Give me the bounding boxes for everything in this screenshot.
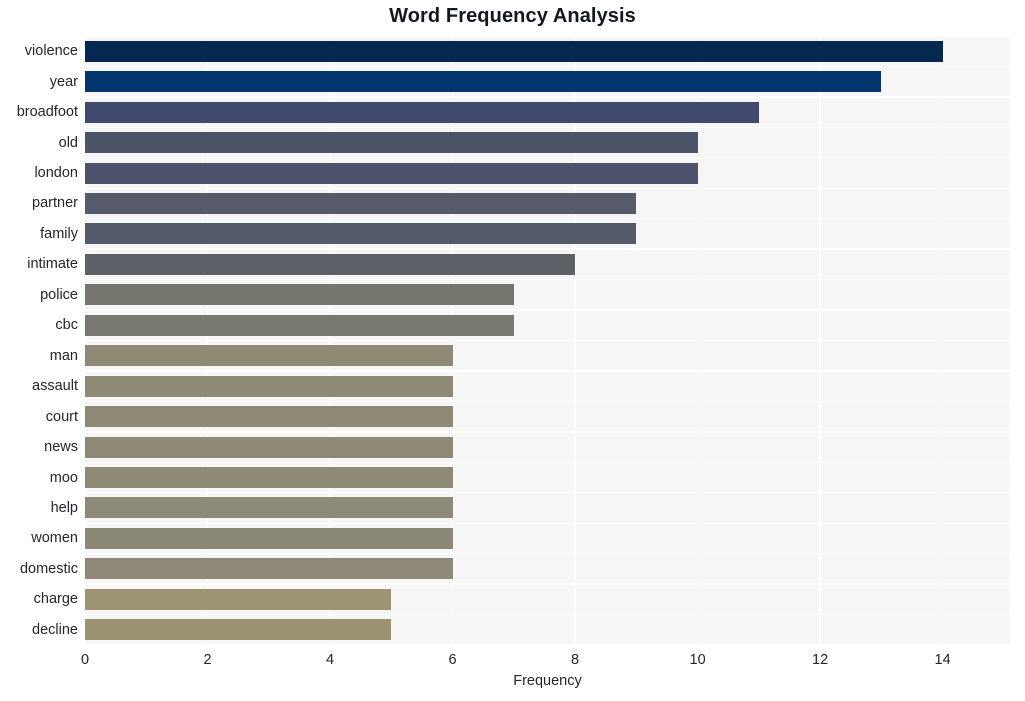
bar-help[interactable] xyxy=(85,497,453,519)
bar-court[interactable] xyxy=(85,406,453,428)
gridline-horizontal xyxy=(85,157,1010,159)
gridline-horizontal xyxy=(85,96,1010,98)
bar-domestic[interactable] xyxy=(85,558,453,580)
y-axis-tick-labels: violence year broadfoot old london partner fam… xyxy=(0,36,78,645)
plot-area xyxy=(85,36,1010,645)
gridline-horizontal xyxy=(85,431,1010,433)
x-tick-label-10: 10 xyxy=(689,652,706,668)
x-tick-label-2: 2 xyxy=(203,652,212,668)
x-tick-label-4: 4 xyxy=(325,652,335,668)
gridline-horizontal xyxy=(85,309,1010,311)
x-axis-tick-labels: 0 2 4 6 8 10 12 14 xyxy=(0,645,1025,675)
y-tick-label-domestic: domestic xyxy=(19,560,78,577)
y-tick-label-family: family xyxy=(40,225,78,242)
gridline-horizontal xyxy=(85,613,1010,616)
gridline-horizontal xyxy=(85,278,1010,281)
bar-news[interactable] xyxy=(85,436,453,458)
gridline-horizontal xyxy=(85,126,1010,129)
bar-charge[interactable] xyxy=(85,588,392,610)
y-tick-label-charge: charge xyxy=(33,591,78,608)
gridline-horizontal xyxy=(85,461,1010,463)
bar-family[interactable] xyxy=(85,223,637,245)
x-tick-label-14: 14 xyxy=(934,652,951,668)
y-tick-label-year: year xyxy=(49,73,78,90)
bar-partner[interactable] xyxy=(85,192,637,214)
gridline-horizontal xyxy=(85,187,1010,189)
bar-intimate[interactable] xyxy=(85,253,576,275)
gridline-horizontal xyxy=(85,552,1010,555)
y-tick-label-help: help xyxy=(50,499,78,516)
y-tick-label-partner: partner xyxy=(32,195,78,212)
x-axis-title: Frequency xyxy=(513,673,582,689)
y-tick-label-moo: moo xyxy=(49,469,78,486)
gridline-horizontal xyxy=(85,248,1010,250)
bar-old[interactable] xyxy=(85,132,698,154)
y-tick-label-news: news xyxy=(44,439,78,456)
bar-year[interactable] xyxy=(85,71,882,93)
y-tick-label-decline: decline xyxy=(32,621,78,638)
gridline-horizontal xyxy=(85,339,1010,342)
gridline-horizontal xyxy=(85,400,1010,403)
y-tick-label-cbc: cbc xyxy=(55,317,78,334)
bar-london[interactable] xyxy=(85,162,698,184)
gridline-horizontal xyxy=(85,218,1010,220)
bar-broadfoot[interactable] xyxy=(85,101,759,123)
y-tick-label-police: police xyxy=(40,286,78,303)
x-tick-label-12: 12 xyxy=(812,652,829,668)
y-tick-label-women: women xyxy=(31,530,78,547)
bar-police[interactable] xyxy=(85,284,514,306)
gridline-horizontal xyxy=(85,492,1010,494)
gridline-horizontal xyxy=(85,583,1010,585)
bar-decline[interactable] xyxy=(85,619,392,641)
bar-moo[interactable] xyxy=(85,467,453,489)
bar-cbc[interactable] xyxy=(85,314,514,336)
chart-title: Word Frequency Analysis xyxy=(389,5,636,27)
x-tick-label-8: 8 xyxy=(571,652,580,668)
gridline-horizontal xyxy=(85,36,1010,37)
gridline-horizontal xyxy=(85,65,1010,68)
y-tick-label-broadfoot: broadfoot xyxy=(16,104,78,121)
gridline-horizontal xyxy=(85,522,1010,524)
bar-violence[interactable] xyxy=(85,40,943,62)
y-tick-label-intimate: intimate xyxy=(27,256,78,273)
x-tick-label-0: 0 xyxy=(80,652,90,668)
y-tick-label-assault: assault xyxy=(32,378,78,395)
chart-figure: Word Frequency Analysis violence year broa… xyxy=(0,0,1025,701)
y-tick-label-old: old xyxy=(58,134,78,151)
y-tick-label-violence: violence xyxy=(24,43,78,60)
bar-assault[interactable] xyxy=(85,375,453,397)
bar-women[interactable] xyxy=(85,527,453,549)
y-tick-label-london: london xyxy=(34,165,78,182)
x-tick-label-6: 6 xyxy=(448,652,457,668)
gridline-horizontal xyxy=(85,370,1010,372)
bar-man[interactable] xyxy=(85,345,453,367)
y-tick-label-court: court xyxy=(45,408,78,425)
y-tick-label-man: man xyxy=(49,347,78,364)
